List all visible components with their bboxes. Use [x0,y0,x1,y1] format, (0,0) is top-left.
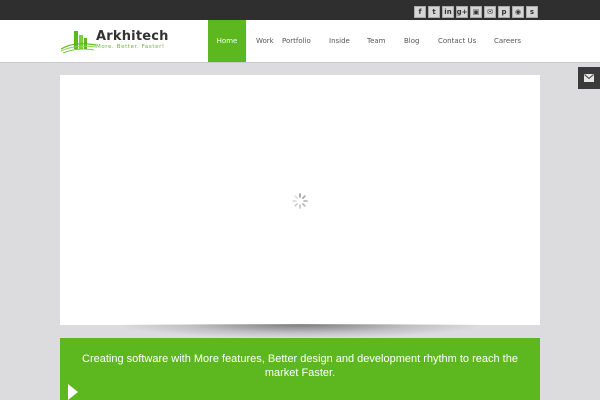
rss-icon[interactable]: ◉ [512,6,524,18]
nav-work[interactable]: Work [246,20,282,62]
slider-shadow [120,324,480,338]
main-nav: Home Work Portfolio Inside Team Blog Con… [208,20,528,62]
banner-text: Creating software with More features, Be… [82,353,518,379]
logo-tagline: More. Better. Faster! [96,44,165,50]
nav-blog[interactable]: Blog [404,20,438,62]
logo[interactable]: Arkhitech More. Better. Faster! [60,27,180,55]
github-icon[interactable]: ▣ [470,6,482,18]
pinterest-icon[interactable]: p [498,6,510,18]
contact-tab[interactable] [578,67,600,89]
tagline-banner: Creating software with More features, Be… [60,338,540,400]
google-plus-icon[interactable]: g+ [456,6,468,18]
nav-inside[interactable]: Inside [329,20,367,62]
envelope-icon [584,74,594,82]
email-icon[interactable]: ✉ [484,6,496,18]
twitter-icon[interactable]: t [428,6,440,18]
social-links: f t in g+ ▣ ✉ p ◉ s [414,6,538,18]
nav-portfolio[interactable]: Portfolio [282,20,329,62]
logo-name: Arkhitech [96,29,169,44]
banner-arrow [68,384,78,400]
image-slider[interactable] [60,75,540,325]
top-bar: f t in g+ ▣ ✉ p ◉ s [0,0,600,20]
skype-icon[interactable]: s [526,6,538,18]
nav-home[interactable]: Home [208,20,246,62]
nav-team[interactable]: Team [367,20,404,62]
site-header: Arkhitech More. Better. Faster! Home Wor… [0,20,600,63]
facebook-icon[interactable]: f [414,6,426,18]
logo-graphic-icon [60,31,97,54]
linkedin-icon[interactable]: in [442,6,454,18]
spinner-icon [292,193,308,209]
nav-careers[interactable]: Careers [494,20,528,62]
nav-contact-us[interactable]: Contact Us [438,20,494,62]
